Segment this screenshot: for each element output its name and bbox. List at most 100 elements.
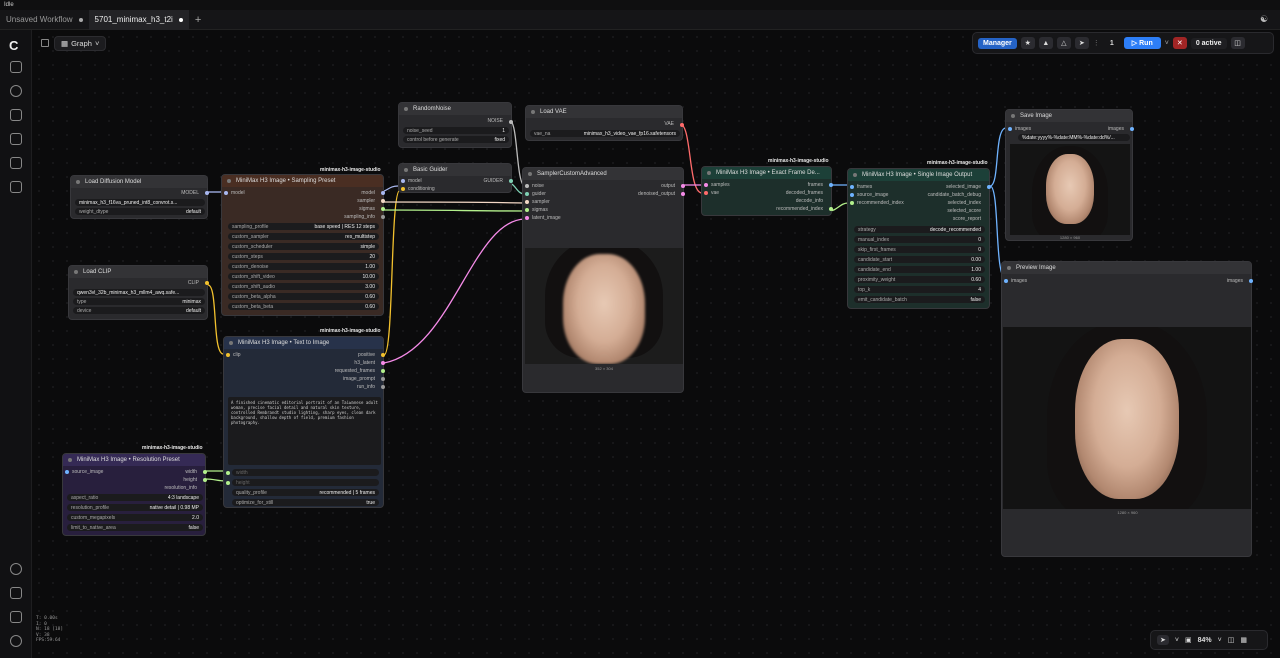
graph-mode-button[interactable]: ▦ Graph ˅ [54,36,107,51]
widget-custom-shift-audio[interactable]: custom_shift_audio 3.00 [228,283,379,290]
widget-manual-index[interactable]: manual_index 0 [854,236,985,243]
widget-vae-name[interactable]: vae_na minimax_h3_video_vae_fp16.safetens… [530,130,680,137]
socket-source-image-in[interactable] [65,470,69,474]
socket-denoised[interactable] [681,192,685,196]
tab-unsaved-workflow[interactable]: Unsaved Workflow [0,10,89,30]
widget-candidate-start[interactable]: candidate_start 0.00 [854,256,985,263]
cancel-icon[interactable]: ✕ [1172,37,1187,49]
images-icon[interactable] [10,61,22,73]
socket-info-out[interactable] [381,215,385,219]
node-load-diffusion-model[interactable]: Load Diffusion Model MODEL minimax_h3_f1… [70,175,209,219]
socket-height-out[interactable] [203,478,207,482]
socket-noise-in[interactable] [525,184,529,188]
node-exact-frame-decode[interactable]: MiniMax H3 Image • Exact Frame De... sam… [701,166,833,216]
widget-unet-name[interactable]: minimax_h3_f16va_pruned_int8_convrot.s..… [75,199,205,206]
star-icon[interactable]: ★ [1020,37,1035,49]
socket-images-out[interactable] [1249,279,1253,283]
queue-count[interactable]: 1 [1104,40,1120,47]
widget-optimize-for-still[interactable]: optimize_for_still true [232,499,379,506]
widget-strategy[interactable]: strategy decode_recommended [854,226,985,233]
widget-noise-seed[interactable]: noise_seed 1 [403,127,509,134]
terminal-icon[interactable] [10,587,22,599]
socket-source-image-in[interactable] [850,193,854,197]
socket-positive-out[interactable] [381,353,385,357]
graph-canvas[interactable]: ▦ Graph ˅ Manager ★ ▲ △ ➤ ⋮ 1 ▷ Run ˅ ✕ … [32,30,1280,658]
socket-sigmas-in[interactable] [525,208,529,212]
alert-icon[interactable]: △ [1056,37,1071,49]
socket-model-out[interactable] [381,191,385,195]
socket-model-out[interactable] [205,191,209,195]
socket-recommended-index-in[interactable] [850,201,854,205]
panel-right-icon[interactable]: ◫ [1230,37,1245,49]
socket-clip-in[interactable] [226,353,230,357]
widget-custom-megapixels[interactable]: custom_megapixels 2.0 [67,514,203,521]
widget-custom-shift-video[interactable]: custom_shift_video 10.00 [228,273,379,280]
widget-type[interactable]: type minimax [73,298,205,305]
socket-images-out[interactable] [1130,127,1134,131]
widget-height[interactable]: height [232,479,379,486]
widget-resolution-profile[interactable]: resolution_profile native detail | 0.98 M… [67,504,203,511]
socket-guider-in[interactable] [525,192,529,196]
link-visibility-icon[interactable]: ▦ [1240,636,1247,644]
panel-toggle-icon[interactable] [41,39,49,47]
drag-handle-icon[interactable]: ⋮ [1093,39,1100,47]
socket-frames-out[interactable] [381,369,385,373]
widget-sampling-profile[interactable]: sampling_profile base speed | RES 12 step… [228,223,379,230]
node-resolution-preset[interactable]: MiniMax H3 Image • Resolution Preset sou… [62,453,207,536]
widget-aspect-ratio[interactable]: aspect_ratio 4:3 landscape [67,494,203,501]
socket-frames-in[interactable] [850,185,854,189]
socket-images-in[interactable] [1004,279,1008,283]
chevron-down-icon[interactable]: ˅ [1175,637,1179,644]
chevron-down-icon[interactable]: ˅ [1218,637,1222,644]
widget-proximity-weight[interactable]: proximity_weight 0.60 [854,276,985,283]
widget-custom-denoise[interactable]: custom_denoise 1.00 [228,263,379,270]
widget-device[interactable]: device default [73,307,205,314]
socket-clip-out[interactable] [205,281,209,285]
socket-vae[interactable] [680,123,684,127]
workflows-icon[interactable] [10,133,22,145]
widget-skip-first-frames[interactable]: skip_first_frames 0 [854,246,985,253]
node-basic-guider[interactable]: Basic Guider model conditioning GUIDER [398,163,513,193]
socket-sampler-out[interactable] [381,199,385,203]
settings-gear-icon[interactable] [10,635,22,647]
socket-index-out[interactable] [829,207,833,211]
socket-selected-image-out[interactable] [987,185,991,189]
widget-clip-name[interactable]: qwen3vl_32b_minimax_h3_mllm4_awq.safe... [73,289,205,296]
socket-latent-out[interactable] [381,361,385,365]
widget-custom-scheduler[interactable]: custom_scheduler simple [228,243,379,250]
socket-output[interactable] [681,184,685,188]
manager-button[interactable]: Manager [978,37,1017,49]
widget-top-k[interactable]: top_k 4 [854,286,985,293]
share-icon[interactable]: ➤ [1074,37,1089,49]
node-load-clip[interactable]: Load CLIP CLIP qwen3vl_32b_minimax_h3_ml… [68,265,209,320]
socket-width-in[interactable] [226,471,230,475]
widget-custom-sampler[interactable]: custom_sampler res_multistep [228,233,379,240]
node-sampler-custom-advanced[interactable]: SamplerCustomAdvanced noise guider sampl… [522,167,685,393]
new-tab-plus-icon[interactable]: + [189,14,207,26]
widget-width[interactable]: width [232,469,379,476]
node-single-image-output[interactable]: MiniMax H3 Image • Single Image Output f… [847,168,991,309]
widget-candidate-end[interactable]: candidate_end 1.00 [854,266,985,273]
help-icon[interactable] [10,563,22,575]
socket-frames-out[interactable] [829,183,833,187]
run-dropdown-icon[interactable]: ˅ [1165,40,1169,47]
node-preview-image[interactable]: Preview Image images images 1280 × 960 [1001,261,1253,557]
tab-workflow-active[interactable]: 5701_minimax_h3_t2i [88,9,189,30]
socket-prompt-out[interactable] [381,377,385,381]
socket-latent-in[interactable] [525,216,529,220]
node-random-noise[interactable]: RandomNoise NOISE noise_seed 1 control be… [398,102,513,148]
prompt-textarea[interactable]: A finished cinematic editorial portrait … [228,397,381,465]
socket-model-in[interactable] [224,191,228,195]
warning-icon[interactable]: ▲ [1038,37,1053,49]
socket-vae-in[interactable] [704,191,708,195]
templates-icon[interactable] [10,157,22,169]
socket-images-in[interactable] [1008,127,1012,131]
widget-weight-dtype[interactable]: weight_dtype default [75,208,205,215]
widget-custom-beta-alpha[interactable]: custom_beta_alpha 0.60 [228,293,379,300]
socket-run-info-out[interactable] [381,385,385,389]
run-button[interactable]: ▷ Run [1123,37,1161,49]
widget-filename-prefix[interactable]: %date:yyyy%-%date:MM%-%date:dd%/... [1018,134,1130,141]
socket-noise[interactable] [509,120,513,124]
node-load-vae[interactable]: Load VAE VAE vae_na minimax_h3_video_vae_… [525,105,684,141]
pointer-icon[interactable]: ➤ [1157,635,1169,645]
